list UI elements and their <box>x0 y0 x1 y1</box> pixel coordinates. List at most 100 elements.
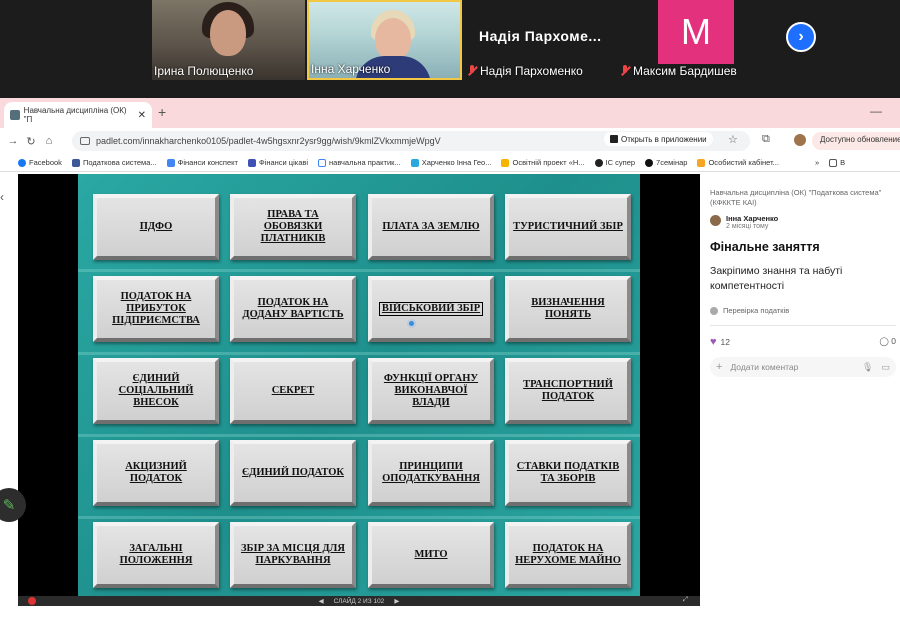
reload-icon[interactable]: ↻ <box>22 135 40 148</box>
participant-tile-1[interactable]: Ірина Полющенко <box>152 0 305 80</box>
question-icon <box>645 158 654 167</box>
slide-card-label: СЕКРЕТ <box>271 385 315 396</box>
slide-card-label: ВІЙСЬКОВИЙ ЗБІР <box>378 302 484 316</box>
slide-card[interactable]: ВИЗНАЧЕННЯ ПОНЯТЬ <box>505 276 631 342</box>
slide-card[interactable]: СЕКРЕТ <box>230 358 356 424</box>
microphone-icon[interactable]: 🎙 <box>862 362 873 373</box>
add-icon[interactable]: + <box>716 361 722 373</box>
bookmark-item[interactable]: IC супер <box>594 158 635 167</box>
post-tag[interactable]: Перевірка податків <box>710 306 896 315</box>
bookmark-item[interactable]: навчальна практик... <box>318 158 401 167</box>
slide-card-label: ПОДАТОК НА ПРИБУТОК ПІДПРИЄМСТВА <box>112 291 200 326</box>
slide-card[interactable]: ПОДАТОК НА НЕРУХОМЕ МАЙНО <box>505 522 631 588</box>
slide-card[interactable]: ЄДИНИЙ ПОДАТОК <box>230 440 356 506</box>
back-icon[interactable]: → <box>4 135 22 147</box>
slide-card[interactable]: ТРАНСПОРТНИЙ ПОДАТОК <box>505 358 631 424</box>
bookmark-item[interactable]: Освітній проект «Н... <box>501 158 585 167</box>
slide-card-label: ПРИНЦИПИ ОПОДАТКУВАННЯ <box>382 461 480 484</box>
open-in-app-button[interactable]: Открыть в приложении <box>604 132 713 146</box>
slide-card-label: АКЦИЗНИЙ ПОДАТОК <box>125 461 187 484</box>
ic-icon <box>594 158 603 167</box>
close-icon[interactable]: ✕ <box>138 110 146 121</box>
slide-card-label: ЄДИНИЙ СОЦІАЛЬНИЙ ВНЕСОК <box>118 373 194 408</box>
slide-card-label: ЄДИНИЙ ПОДАТОК <box>242 467 344 478</box>
tab-strip: Навчальна дисципліна (ОК) "П ✕ + — <box>0 98 900 128</box>
participant-tile-4[interactable]: M Максим Бардишев <box>618 0 768 80</box>
slide-card[interactable]: ЗАГАЛЬНІ ПОЛОЖЕННЯ <box>93 522 219 588</box>
collapse-icon[interactable]: ‹ <box>0 190 4 204</box>
post-panel: Навчальна дисципліна (ОК) "Податкова сис… <box>710 188 896 377</box>
slide-card[interactable]: ПОДАТОК НА ПРИБУТОК ПІДПРИЄМСТВА <box>93 276 219 342</box>
pointer-icon <box>407 319 416 328</box>
post-time: 2 місяці тому <box>726 223 769 230</box>
extensions-icon[interactable]: ⧉ <box>762 133 770 146</box>
bookmark-folder[interactable]: B <box>829 158 845 167</box>
slide-card[interactable]: ПРАВА ТА ОБОВЯЗКИ ПЛАТНИКІВ <box>230 194 356 260</box>
presentation-logo-icon <box>28 597 36 605</box>
slide-card[interactable]: ЗБІР ЗА МІСЦЯ ДЛЯ ПАРКУВАННЯ <box>230 522 356 588</box>
profile-avatar[interactable] <box>794 134 806 146</box>
site-info-icon[interactable] <box>80 137 90 145</box>
home-icon[interactable]: ⌂ <box>40 135 58 147</box>
slide-card-label: СТАВКИ ПОДАТКІВ ТА ЗБОРІВ <box>516 461 620 484</box>
slide-card[interactable]: ПЛАТА ЗА ЗЕМЛЮ <box>368 194 494 260</box>
slide-card[interactable]: СТАВКИ ПОДАТКІВ ТА ЗБОРІВ <box>505 440 631 506</box>
browser-tab[interactable]: Навчальна дисципліна (ОК) "П ✕ <box>4 102 152 128</box>
url-text: padlet.com/innakharchenko0105/padlet-4w5… <box>96 136 441 146</box>
comment-input[interactable]: + Додати коментар 🎙 ▭ <box>710 357 896 377</box>
calendar-icon <box>247 158 256 167</box>
participant-name: Інна Харченко <box>311 62 391 76</box>
like-count: 12 <box>720 337 730 347</box>
slide-card[interactable]: ТУРИСТИЧНИЙ ЗБІР <box>505 194 631 260</box>
slide-card[interactable]: ПОДАТОК НА ДОДАНУ ВАРТІСТЬ <box>230 276 356 342</box>
tag-icon <box>710 306 718 315</box>
bookmark-item[interactable]: 7семінар <box>645 158 687 167</box>
presentation-viewer: ПДФО ПРАВА ТА ОБОВЯЗКИ ПЛАТНИКІВ ПЛАТА ЗА … <box>18 174 700 606</box>
slide-band <box>78 516 640 519</box>
bookmark-item[interactable]: Особистий кабінет... <box>697 158 779 167</box>
bookmark-item[interactable]: Фінанси конспект <box>166 158 238 167</box>
slide-band <box>78 269 640 272</box>
slide-card[interactable]: ВІЙСЬКОВИЙ ЗБІР <box>368 276 494 342</box>
pen-icon: ✎ <box>2 497 16 514</box>
folder-icon <box>829 158 838 167</box>
reactions-row: ♥ 12 ◯ 0 <box>710 336 896 348</box>
bookmark-item[interactable]: Facebook <box>18 158 62 167</box>
like-button[interactable]: ♥ 12 <box>710 336 730 348</box>
comment-icon: ◯ <box>879 336 889 346</box>
next-participants-button[interactable]: › <box>786 22 816 52</box>
slide-card-label: ПОДАТОК НА ДОДАНУ ВАРТІСТЬ <box>242 297 344 320</box>
tax-icon <box>71 158 80 167</box>
comment-count-button[interactable]: ◯ 0 <box>879 336 896 348</box>
viewer-controls: ◀ СЛАЙД 2 ИЗ 102 ▶ ⤢ <box>18 596 700 606</box>
slide-counter: СЛАЙД 2 ИЗ 102 <box>333 597 385 605</box>
slide-card[interactable]: ПРИНЦИПИ ОПОДАТКУВАННЯ <box>368 440 494 506</box>
bookmark-item[interactable]: Харченко Інна Гео... <box>410 158 491 167</box>
update-button[interactable]: Доступно обновление <box>812 132 900 150</box>
minimize-button[interactable]: — <box>870 104 882 118</box>
bookmarks-more[interactable]: » <box>815 158 819 167</box>
bookmark-item[interactable]: Фінанси цікаві <box>247 158 308 167</box>
tab-title: Навчальна дисципліна (ОК) "П <box>23 106 127 124</box>
padlet-icon <box>10 110 20 120</box>
slide-card[interactable]: ПДФО <box>93 194 219 260</box>
bookmark-item[interactable]: Податкова система... <box>71 158 157 167</box>
slide-card[interactable]: ЄДИНИЙ СОЦІАЛЬНИЙ ВНЕСОК <box>93 358 219 424</box>
new-tab-button[interactable]: + <box>158 104 166 120</box>
slide-card[interactable]: МИТО <box>368 522 494 588</box>
participant-tile-2[interactable]: Інна Харченко <box>307 0 462 80</box>
breadcrumb[interactable]: Навчальна дисципліна (ОК) "Податкова сис… <box>710 188 896 208</box>
next-slide-button[interactable]: ▶ <box>394 597 399 605</box>
participant-tile-3[interactable]: Надія Пархоме... Надія Пархоменко <box>465 0 615 80</box>
facebook-icon <box>18 158 26 167</box>
slide-card[interactable]: АКЦИЗНИЙ ПОДАТОК <box>93 440 219 506</box>
bookmark-star-icon[interactable]: ☆ <box>728 133 738 146</box>
slide-card[interactable]: ФУНКЦІЇ ОРГАНУ ВИКОНАВЧОЇ ВЛАДИ <box>368 358 494 424</box>
prev-slide-button[interactable]: ◀ <box>319 597 324 605</box>
browser-window: Навчальна дисципліна (ОК) "П ✕ + — → ↻ ⌂… <box>0 98 900 618</box>
video-icon[interactable]: ▭ <box>881 362 890 373</box>
fullscreen-icon[interactable]: ⤢ <box>683 596 688 604</box>
open-in-app-label: Открыть в приложении <box>621 134 707 144</box>
author-name: Інна Харченко <box>726 214 779 223</box>
participant-big-name: Надія Пархоме... <box>479 28 602 44</box>
